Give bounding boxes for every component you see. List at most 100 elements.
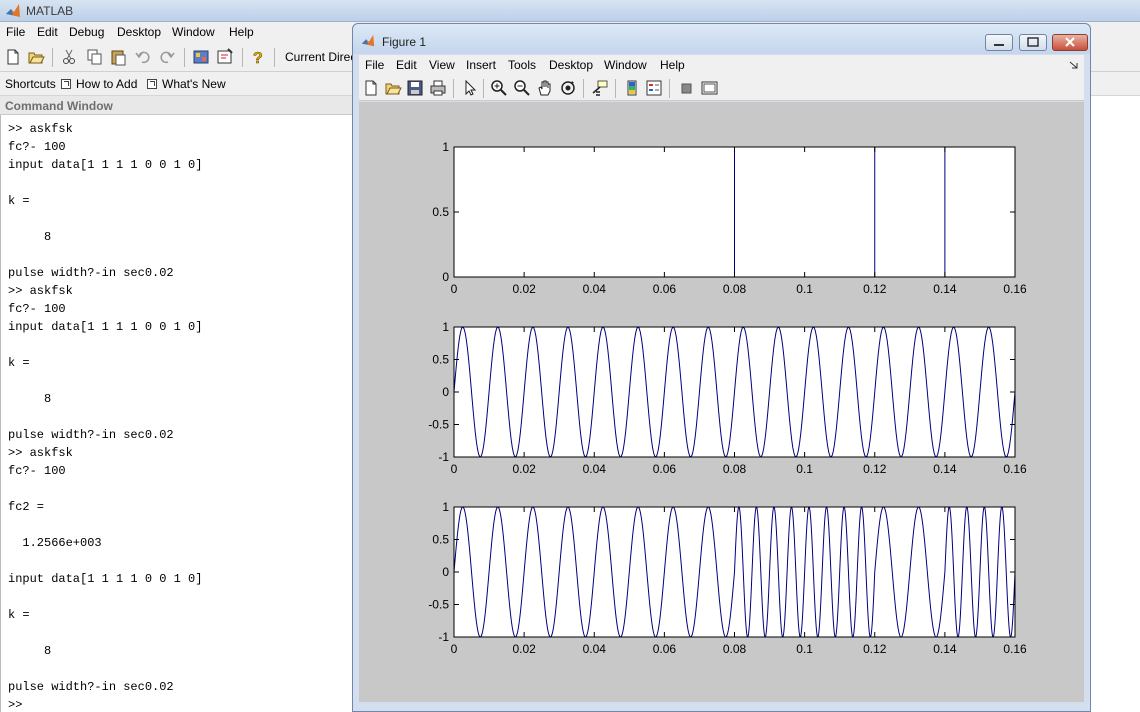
matlab-logo-icon <box>361 34 375 47</box>
command-line: fc?- 100 <box>8 302 66 316</box>
y-tick-label: 0.5 <box>432 533 449 547</box>
x-tick-label: 0 <box>451 462 458 476</box>
menu-desktop[interactable]: Desktop <box>117 25 161 39</box>
x-tick-label: 0.08 <box>723 282 747 296</box>
toolbar-separator <box>184 48 185 67</box>
print-icon[interactable] <box>429 79 447 97</box>
undo-icon[interactable] <box>134 48 152 66</box>
command-line <box>8 552 202 570</box>
command-line: fc?- 100 <box>8 464 66 478</box>
colorbar-icon[interactable] <box>623 79 641 97</box>
menu-help[interactable]: Help <box>229 25 254 39</box>
menu-file[interactable]: File <box>6 25 25 39</box>
x-tick-label: 0.1 <box>796 642 813 656</box>
axes-3: 0 0.02 0.04 0.06 0.08 0.1 0.12 0.14 0.16 -1 -0.5 0 0… <box>428 500 1027 656</box>
hide-plot-tools-icon[interactable] <box>677 79 695 97</box>
show-plot-tools-icon[interactable] <box>700 79 718 97</box>
open-file-icon[interactable] <box>384 79 402 97</box>
x-tick-label: 0.14 <box>933 462 957 476</box>
menu-edit[interactable]: Edit <box>37 25 58 39</box>
close-button[interactable] <box>1052 34 1088 51</box>
dock-arrow-icon[interactable] <box>1069 61 1079 69</box>
shortcut-link-icon <box>61 79 71 89</box>
command-line: input data[1 1 1 1 0 0 1 0] <box>8 320 203 334</box>
toolbar-separator <box>483 79 484 98</box>
figure-window: Figure 1 File Edit View Insert Tools Des… <box>352 23 1091 712</box>
fig-menu-file[interactable]: File <box>365 58 384 72</box>
figure-titlebar[interactable]: Figure 1 <box>353 24 1090 54</box>
fig-menu-edit[interactable]: Edit <box>396 58 417 72</box>
maximize-icon <box>1027 37 1039 47</box>
command-line: >> askfsk <box>8 122 73 136</box>
command-line: fc2 = <box>8 500 45 514</box>
x-tick-label: 0 <box>451 642 458 656</box>
redo-icon[interactable] <box>158 48 176 66</box>
y-tick-label: 0 <box>442 565 449 579</box>
command-line <box>8 624 202 642</box>
legend-icon[interactable] <box>645 79 663 97</box>
fig-menu-insert[interactable]: Insert <box>466 58 496 72</box>
minimize-button[interactable] <box>985 34 1013 51</box>
shortcut-link-icon <box>147 79 157 89</box>
command-window-output: >> askfsk fc?- 100 input data[1 1 1 1 0 0 … <box>8 120 202 712</box>
x-tick-label: 0.04 <box>583 462 607 476</box>
command-line <box>8 660 202 678</box>
y-tick-label: -0.5 <box>428 598 449 612</box>
data-cursor-icon[interactable] <box>591 79 609 97</box>
fig-menu-window[interactable]: Window <box>604 58 647 72</box>
y-tick-label: 1 <box>442 320 449 334</box>
paste-icon[interactable] <box>109 48 127 66</box>
command-line: pulse width?-in sec0.02 <box>8 266 174 280</box>
maximize-button[interactable] <box>1019 34 1047 51</box>
help-icon[interactable]: ? <box>249 48 267 66</box>
zoom-in-icon[interactable] <box>490 79 508 97</box>
command-line: 1.2566e+003 <box>8 536 102 550</box>
command-line: input data[1 1 1 1 0 0 1 0] <box>8 572 203 586</box>
fig-menu-help[interactable]: Help <box>660 58 685 72</box>
command-line: >> askfsk <box>8 446 73 460</box>
command-line <box>8 516 202 534</box>
axes-2: 0 0.02 0.04 0.06 0.08 0.1 0.12 0.14 0.16 -1 -0.5 0 0… <box>428 320 1027 476</box>
y-tick-label: 1 <box>442 140 449 154</box>
open-folder-icon[interactable] <box>27 48 45 66</box>
x-tick-label: 0.16 <box>1003 642 1027 656</box>
pointer-icon[interactable] <box>461 79 479 97</box>
guide-icon[interactable] <box>216 48 234 66</box>
y-tick-label: 0 <box>442 270 449 284</box>
command-line: k = <box>8 356 30 370</box>
command-line <box>8 246 202 264</box>
simulink-icon[interactable] <box>192 48 210 66</box>
toolbar-separator <box>669 79 670 98</box>
new-file-icon[interactable] <box>4 48 22 66</box>
command-line: fc?- 100 <box>8 140 66 154</box>
matlab-titlebar: MATLAB <box>0 0 1140 22</box>
x-tick-label: 0.1 <box>796 282 813 296</box>
y-tick-label: -0.5 <box>428 418 449 432</box>
menu-window[interactable]: Window <box>172 25 215 39</box>
x-tick-label: 0.1 <box>796 462 813 476</box>
x-tick-label: 0.02 <box>512 642 536 656</box>
whats-new-link[interactable]: What's New <box>147 77 226 91</box>
command-line <box>8 210 202 228</box>
cut-icon[interactable] <box>60 48 78 66</box>
new-figure-icon[interactable] <box>362 79 380 97</box>
toolbar-separator <box>274 48 275 67</box>
shortcuts-label[interactable]: Shortcuts <box>5 77 56 91</box>
rotate-icon[interactable] <box>559 79 577 97</box>
command-line: 8 <box>8 644 52 658</box>
fig-menu-view[interactable]: View <box>429 58 455 72</box>
figure-canvas[interactable]: 0 0.02 0.04 0.06 0.08 0.1 0.12 0.14 0.16 0 0.5 1 0 0.… <box>359 102 1084 702</box>
copy-icon[interactable] <box>85 48 103 66</box>
pan-icon[interactable] <box>536 79 554 97</box>
command-line <box>8 588 202 606</box>
toolbar-separator <box>242 48 243 67</box>
fig-menu-tools[interactable]: Tools <box>508 58 536 72</box>
command-line: 8 <box>8 392 52 406</box>
close-icon <box>1065 37 1075 47</box>
menu-debug[interactable]: Debug <box>69 25 104 39</box>
fig-menu-desktop[interactable]: Desktop <box>549 58 593 72</box>
save-icon[interactable] <box>406 79 424 97</box>
matlab-logo-icon <box>6 4 20 17</box>
zoom-out-icon[interactable] <box>513 79 531 97</box>
how-to-add-link[interactable]: How to Add <box>61 77 137 91</box>
